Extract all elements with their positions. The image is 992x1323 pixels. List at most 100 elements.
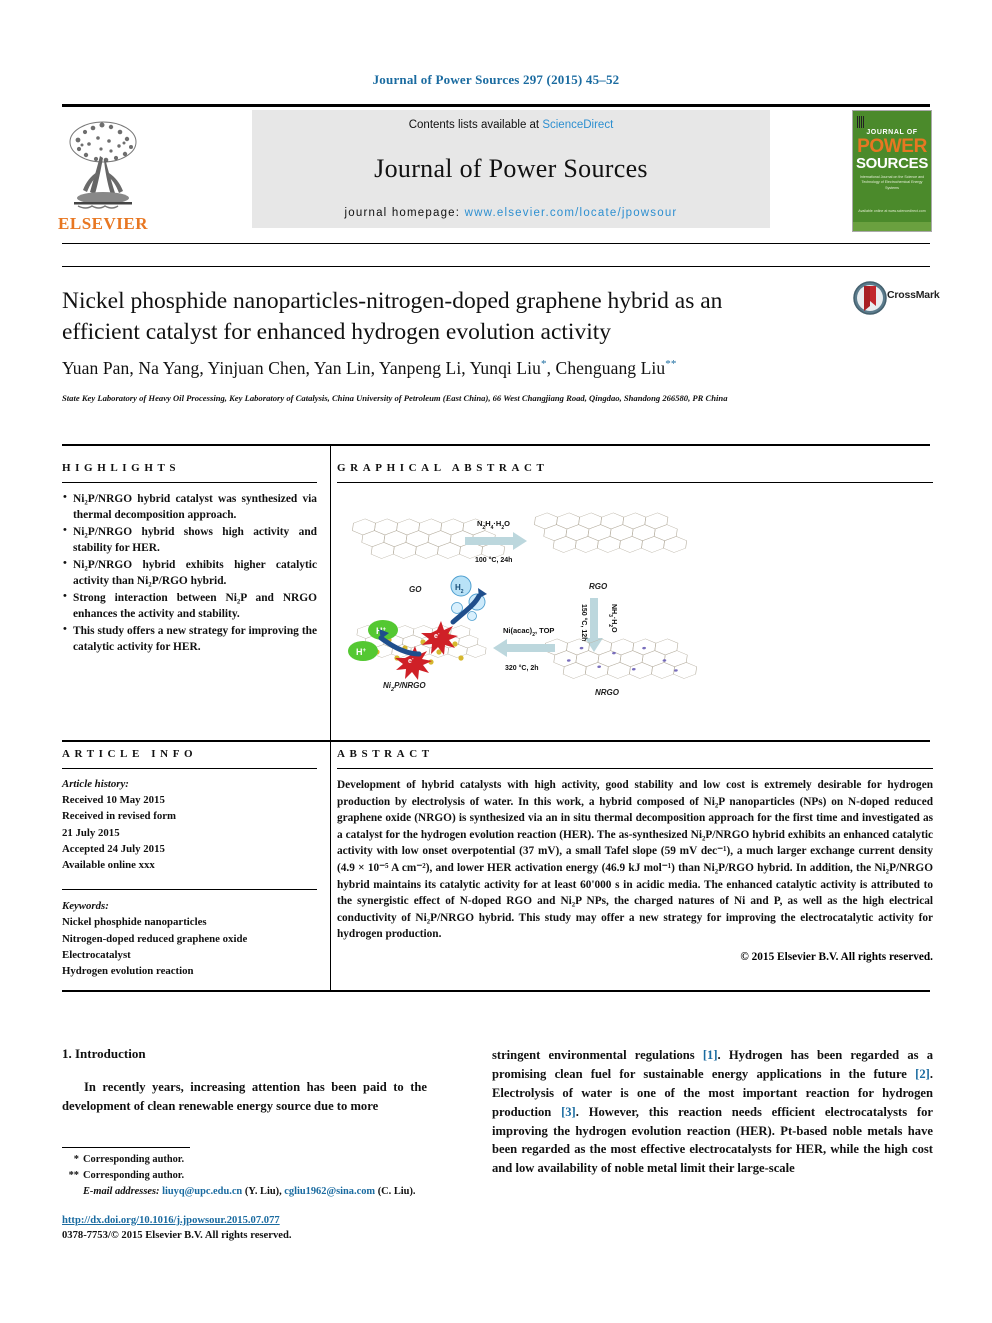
highlights-heading: HIGHLIGHTS <box>62 462 181 474</box>
article-info-section: ARTICLE INFO Article history: Received 1… <box>62 748 317 979</box>
keywords-top-rule <box>62 889 317 891</box>
author-list: Yuan Pan, Na Yang, Yinjuan Chen, Yan Lin… <box>62 358 862 379</box>
contents-prefix: Contents lists available at <box>408 119 543 131</box>
highlights-underline <box>62 482 317 483</box>
masthead-bottom-rule <box>62 243 930 244</box>
history-online: Available online xxx <box>62 858 155 871</box>
nrgo-sheet-icon <box>540 638 702 679</box>
intro-paragraph-left: In recently years, increasing attention … <box>62 1080 427 1113</box>
masthead-top-rule <box>62 104 930 107</box>
crossmark-badge[interactable]: CrossMark <box>853 281 940 315</box>
authors-main: Yuan Pan, Na Yang, Yinjuan Chen, Yan Lin… <box>62 358 541 378</box>
arrow-nrgo-to-ni2p-condition: 320 °C, 2h <box>505 664 539 672</box>
list-item: This study offers a new strategy for imp… <box>62 621 317 655</box>
history-accepted: Accepted 24 July 2015 <box>62 842 165 855</box>
keyword: Hydrogen evolution reaction <box>62 964 194 977</box>
abstract-copyright: © 2015 Elsevier B.V. All rights reserved… <box>740 950 933 963</box>
elsevier-logo: ELSEVIER <box>58 110 148 232</box>
proton-bubble-2: H+ <box>348 641 378 661</box>
rgo-sheet-icon <box>530 512 692 553</box>
email-owner-2: (C. Liu). <box>377 1185 416 1197</box>
abstract-heading: ABSTRACT <box>337 748 434 760</box>
body-column-left: 1. Introduction In recently years, incre… <box>62 1046 427 1116</box>
keyword: Nitrogen-doped reduced graphene oxide <box>62 932 248 945</box>
highlights-section: HIGHLIGHTS Ni₂P/NRGO hybrid catalyst was… <box>62 462 317 655</box>
doi-link[interactable]: http://dx.doi.org/10.1016/j.jpowsour.201… <box>62 1215 280 1226</box>
go-label: GO <box>409 585 422 594</box>
highlights-list: Ni₂P/NRGO hybrid catalyst was synthesize… <box>62 490 317 655</box>
masthead: ELSEVIER Contents lists available at Sci… <box>58 110 932 232</box>
title-top-rule <box>62 266 930 267</box>
list-item: Ni₂P/NRGO hybrid exhibits higher catalyt… <box>62 556 317 589</box>
contents-available-line: Contents lists available at ScienceDirec… <box>409 119 614 131</box>
section-heading-introduction: 1. Introduction <box>62 1046 146 1061</box>
article-info-heading: ARTICLE INFO <box>62 748 198 760</box>
crossmark-label: CrossMark <box>887 289 940 301</box>
body-column-right: stringent environmental regulations [1].… <box>492 1046 933 1178</box>
arrow-go-to-rgo-condition: 100 °C, 24h <box>475 556 512 564</box>
article-history: Article history: Received 10 May 2015 Re… <box>62 776 317 873</box>
nrgo-label: NRGO <box>595 688 620 697</box>
graphical-abstract-heading: GRAPHICAL ABSTRACT <box>337 462 549 474</box>
cover-footer: Available online at www.sciencedirect.co… <box>858 209 926 213</box>
footnotes: * Corresponding author. ** Corresponding a… <box>62 1152 462 1199</box>
running-head: Journal of Power Sources 297 (2015) 45–5… <box>372 72 620 87</box>
history-received: Received 10 May 2015 <box>62 794 165 807</box>
graphical-abstract-figure: GO N2H4·H2O 100 °C, 24h RGO 150 °C, 12h … <box>337 492 933 710</box>
history-revised: Received in revised form <box>62 810 177 823</box>
masthead-center: Contents lists available at ScienceDirec… <box>252 110 770 228</box>
article-history-label: Article history: <box>62 778 129 790</box>
journal-title: Journal of Power Sources <box>374 154 648 183</box>
info-block-divider <box>330 444 331 740</box>
footnote-emails: E-mail addresses: liuyq@upc.edu.cn (Y. L… <box>62 1184 462 1200</box>
footnote-text-1: Corresponding author. <box>83 1154 185 1165</box>
arrow-go-to-rgo-reagent: N2H4·H2O <box>477 519 510 531</box>
cover-line-sources: SOURCES <box>855 155 929 172</box>
keyword: Nickel phosphide nanoparticles <box>62 916 207 929</box>
keywords-label: Keywords: <box>62 900 109 913</box>
abstract-section: ABSTRACT Development of hybrid catalysts… <box>337 748 933 963</box>
proton-transfer-arrow <box>378 635 422 657</box>
footnote-corresponding-2: ** Corresponding author. <box>62 1168 462 1184</box>
abstract-block-bottom-rule <box>62 990 930 992</box>
abstract-block-divider <box>330 740 331 990</box>
journal-homepage-line: journal homepage: www.elsevier.com/locat… <box>345 207 678 219</box>
footnote-text-2: Corresponding author. <box>83 1169 185 1181</box>
list-item: Ni₂P/NRGO hybrid catalyst was synthesize… <box>62 490 317 523</box>
sciencedirect-link[interactable]: ScienceDirect <box>542 119 613 131</box>
homepage-url[interactable]: www.elsevier.com/locate/jpowsour <box>465 207 678 219</box>
paper-page: Journal of Power Sources 297 (2015) 45–5… <box>0 0 992 1323</box>
email-link-1[interactable]: liuyq@upc.edu.cn <box>162 1186 242 1197</box>
citation-ref-1[interactable]: [1] <box>703 1048 718 1062</box>
issn-copyright-line: 0378-7753/© 2015 Elsevier B.V. All right… <box>62 1230 292 1241</box>
elsevier-tree-icon <box>64 116 142 214</box>
keywords-block: Keywords: Nickel phosphide nanoparticles… <box>62 898 317 979</box>
arrow-rgo-to-nrgo-reagent: NH3·H2O <box>607 604 617 633</box>
intro-text-1: stringent environmental regulations <box>492 1048 703 1062</box>
citation-ref-3[interactable]: [3] <box>561 1105 576 1119</box>
corresponding-marker-2: ** <box>665 358 677 371</box>
cover-barcode-icon <box>857 116 865 128</box>
email-addresses-label: E-mail addresses: <box>83 1185 160 1197</box>
affiliation: State Key Laboratory of Heavy Oil Proces… <box>62 393 728 403</box>
footnote-marker-2: ** <box>68 1169 79 1181</box>
abstract-text: Development of hybrid catalysts with hig… <box>337 779 933 941</box>
citation-ref-2[interactable]: [2] <box>915 1067 930 1081</box>
page-title: Nickel phosphide nanoparticles-nitrogen-… <box>62 288 723 346</box>
cover-blurb: International Journal on the Science and… <box>859 175 925 190</box>
footnote-rule <box>62 1147 190 1148</box>
rgo-label: RGO <box>589 582 608 591</box>
footnote-marker-1: * <box>73 1154 79 1165</box>
graphical-abstract-underline <box>337 482 933 483</box>
graphical-abstract-section: GRAPHICAL ABSTRACT <box>337 462 933 483</box>
history-revised-date: 21 July 2015 <box>62 826 120 839</box>
authors-tail: , Chenguang Liu <box>546 358 666 378</box>
email-link-2[interactable]: cgliu1962@sina.com <box>284 1186 375 1197</box>
cover-line-journal-of: JOURNAL OF <box>866 129 918 136</box>
list-item: Strong interaction between Ni₂P and NRGO… <box>62 589 317 622</box>
abstract-block-top-rule <box>62 740 930 742</box>
arrow-rgo-to-nrgo-condition: 150 °C, 12h <box>580 604 588 641</box>
journal-cover-thumbnail[interactable]: JOURNAL OF POWER SOURCES International J… <box>852 110 932 232</box>
article-info-underline <box>62 768 317 769</box>
crossmark-icon <box>853 281 887 315</box>
